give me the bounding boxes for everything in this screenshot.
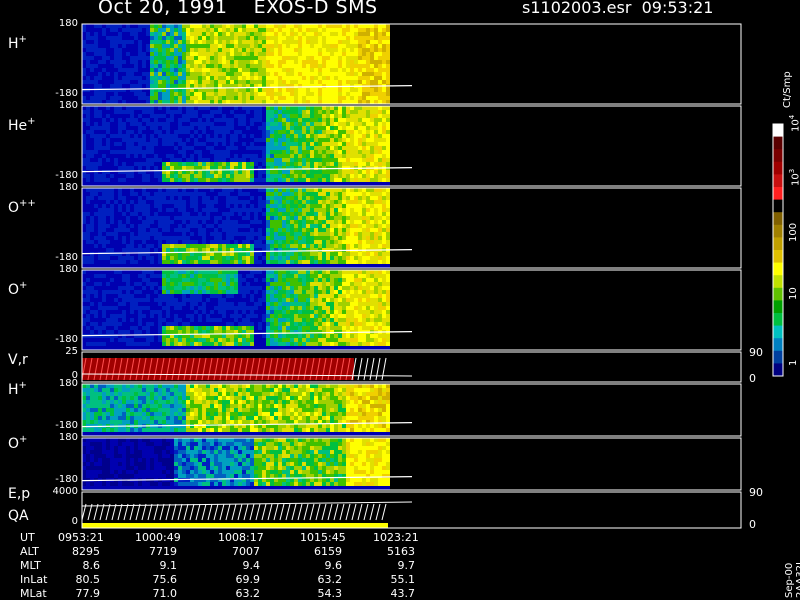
- ephemeris-value: 8295: [72, 545, 100, 558]
- ephemeris-value: 1015:45: [300, 531, 346, 544]
- ephemeris-value: 7719: [149, 545, 177, 558]
- panel-label-vr: V,r: [8, 352, 28, 368]
- colorbar-swatch: [773, 174, 783, 188]
- colorbar-tick-label: 104: [788, 114, 800, 132]
- ephemeris-value: 77.9: [75, 587, 101, 600]
- ephemeris-value: 63.2: [235, 587, 261, 600]
- colorbar-swatch: [773, 136, 783, 150]
- y-tick-bottom: -180: [55, 170, 78, 181]
- ephemeris-value: 1000:49: [135, 531, 181, 544]
- right-tick-bottom: 0: [749, 518, 756, 531]
- ephemeris-value: 9.1: [159, 559, 178, 572]
- right-tick-bottom: 0: [749, 372, 756, 385]
- colorbar-tick-label: 10: [788, 287, 799, 300]
- ephemeris-value: 1008:17: [218, 531, 264, 544]
- colorbar-swatch: [773, 338, 783, 352]
- ephemeris-row-name: MLT: [20, 559, 41, 572]
- ephemeris-value: 80.5: [75, 573, 101, 586]
- ephemeris-row-name: ALT: [20, 545, 39, 558]
- panel-label-oplus2: O+: [8, 434, 28, 452]
- colorbar-swatch: [773, 212, 783, 226]
- ephemeris-row-name: UT: [20, 531, 35, 544]
- colorbar-swatch: [773, 224, 783, 238]
- y-tick-top: 25: [65, 346, 78, 357]
- y-tick-bottom: -180: [55, 252, 78, 263]
- panel-label-oplus1: O+: [8, 280, 28, 298]
- colorbar-swatch: [773, 199, 783, 213]
- y-tick-top: 180: [58, 264, 78, 275]
- colorbar-swatch: [773, 161, 783, 175]
- y-tick-bottom: 0: [71, 516, 78, 527]
- colorbar-swatch: [773, 149, 783, 163]
- ephemeris-value: 6159: [314, 545, 342, 558]
- y-tick-bottom: -180: [55, 420, 78, 431]
- y-tick-top: 180: [58, 182, 78, 193]
- colorbar-tick-label: 100: [788, 222, 799, 242]
- colorbar: [772, 123, 784, 377]
- colorbar-tick-label: 103: [788, 168, 800, 186]
- y-tick-bottom: -180: [55, 88, 78, 99]
- ephemeris-value: 55.1: [390, 573, 416, 586]
- y-tick-bottom: -180: [55, 334, 78, 345]
- right-tick-top: 90: [749, 346, 763, 359]
- ephemeris-value: 0953:21: [58, 531, 104, 544]
- right-tick-top: 90: [749, 486, 763, 499]
- colorbar-swatch: [773, 287, 783, 301]
- colorbar-tick-label: 1: [788, 359, 799, 366]
- ephemeris-value: 63.2: [317, 573, 343, 586]
- y-tick-top: 180: [58, 432, 78, 443]
- colorbar-swatch: [773, 313, 783, 327]
- ephemeris-value: 9.6: [324, 559, 343, 572]
- panel-label-oplusplus: O++: [8, 198, 36, 216]
- panel-label-hplus2: H+: [8, 380, 27, 398]
- plot-area: [81, 24, 413, 528]
- ephemeris-value: 71.0: [152, 587, 178, 600]
- colorbar-swatch: [773, 300, 783, 314]
- colorbar-swatch: [773, 363, 783, 377]
- ephemeris-value: 1023:21: [373, 531, 419, 544]
- ephemeris-value: 75.6: [152, 573, 178, 586]
- ephemeris-value: 43.7: [390, 587, 416, 600]
- ephemeris-value: 54.3: [317, 587, 343, 600]
- colorbar-swatch: [773, 124, 783, 138]
- ephemeris-value: 9.7: [397, 559, 416, 572]
- colorbar-unit-label: Ct/Smp: [782, 71, 793, 108]
- y-tick-bottom: -180: [55, 474, 78, 485]
- colorbar-swatch: [773, 350, 783, 364]
- colorbar-swatch: [773, 187, 783, 201]
- ephemeris-value: 7007: [232, 545, 260, 558]
- colorbar-swatch: [773, 275, 783, 289]
- panel-label-ep: E,p: [8, 486, 31, 502]
- panel-label-qa: QA: [8, 508, 29, 524]
- y-tick-top: 180: [58, 100, 78, 111]
- ephemeris-value: 5163: [387, 545, 415, 558]
- colorbar-swatch: [773, 262, 783, 276]
- spectrogram-chart: [81, 23, 784, 529]
- ephemeris-value: 69.9: [235, 573, 261, 586]
- y-tick-top: 180: [58, 378, 78, 389]
- colorbar-swatch: [773, 250, 783, 264]
- y-tick-top: 4000: [52, 486, 78, 497]
- colorbar-swatch: [773, 237, 783, 251]
- panel-label-hplus1: H+: [8, 34, 27, 52]
- version-stamp: Sep-00 2AA32L: [784, 559, 800, 598]
- colorbar-swatch: [773, 325, 783, 339]
- ephemeris-value: 9.4: [242, 559, 261, 572]
- ephemeris-value: 8.6: [82, 559, 101, 572]
- panel-label-heplus: He+: [8, 116, 36, 134]
- y-tick-top: 180: [58, 18, 78, 29]
